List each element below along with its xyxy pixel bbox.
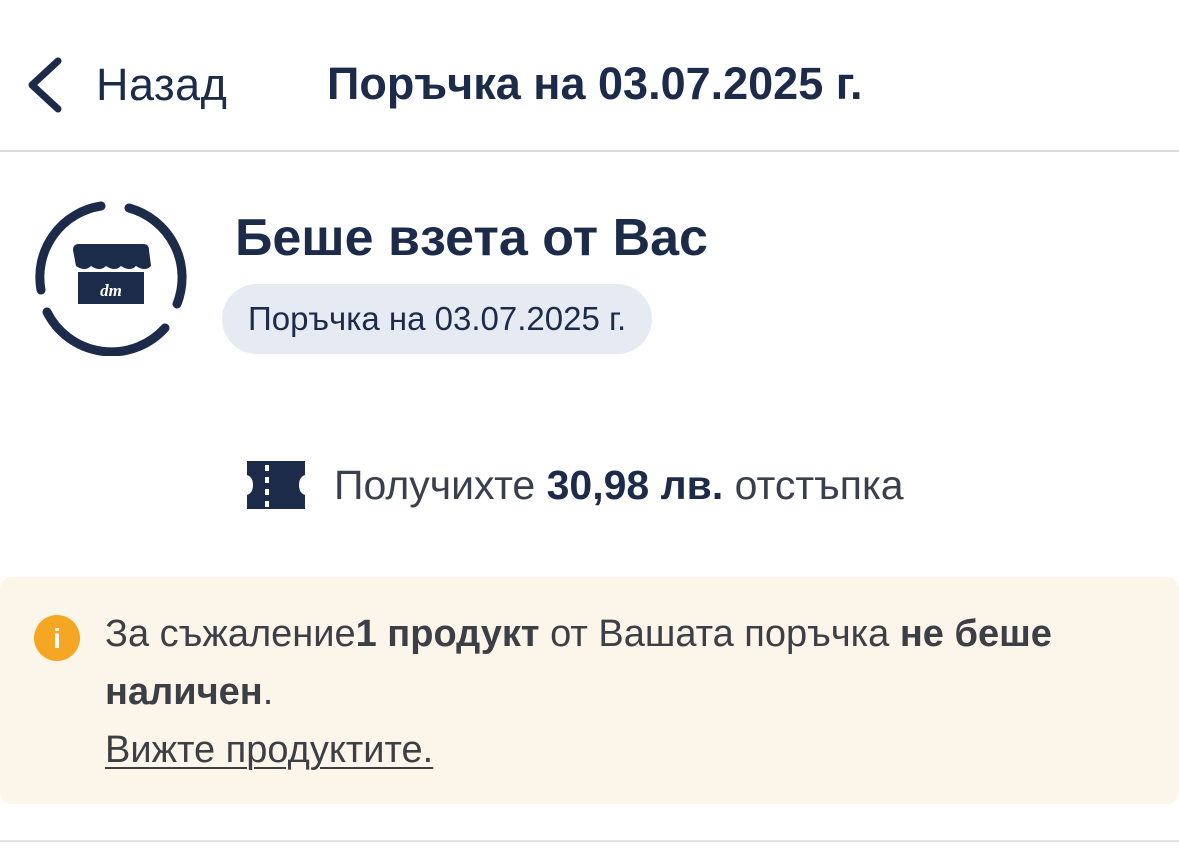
order-date-chip: Поръчка на 03.07.2025 г. [222,284,653,354]
bottom-divider [0,840,1179,842]
back-button[interactable]: Назад [22,50,227,120]
chevron-left-icon [28,57,62,113]
store-pickup-icon: dm [35,201,187,356]
top-nav-bar: Назад Поръчка на 03.07.2025 г. [0,0,1179,152]
notice-part1: За съжаление [105,613,356,655]
coupon-icon [247,461,305,509]
notice-text: За съжаление1 продукт от Вашата поръчка … [105,605,1145,779]
notice-part2: от Вашата поръчка [539,613,900,655]
info-glyph: i [53,623,61,654]
notice-bold-count: 1 продукт [355,613,540,655]
info-icon: i [34,615,80,661]
store-logo-text: dm [100,281,122,300]
discount-amount: 30,98 лв. [546,461,724,508]
unavailable-products-notice: i За съжаление1 продукт от Вашата поръчк… [0,577,1179,804]
discount-prefix: Получихте [334,461,547,508]
discount-suffix: отстъпка [723,461,904,508]
notice-part3: . [262,671,274,713]
view-products-link[interactable]: Вижте продуктите. [105,729,433,771]
order-status-title: Беше взета от Вас [235,209,708,267]
page-title: Поръчка на 03.07.2025 г. [327,58,863,109]
back-label: Назад [96,59,228,110]
discount-text: Получихте 30,98 лв. отстъпка [334,462,904,509]
discount-row: Получихте 30,98 лв. отстъпка [245,455,904,515]
